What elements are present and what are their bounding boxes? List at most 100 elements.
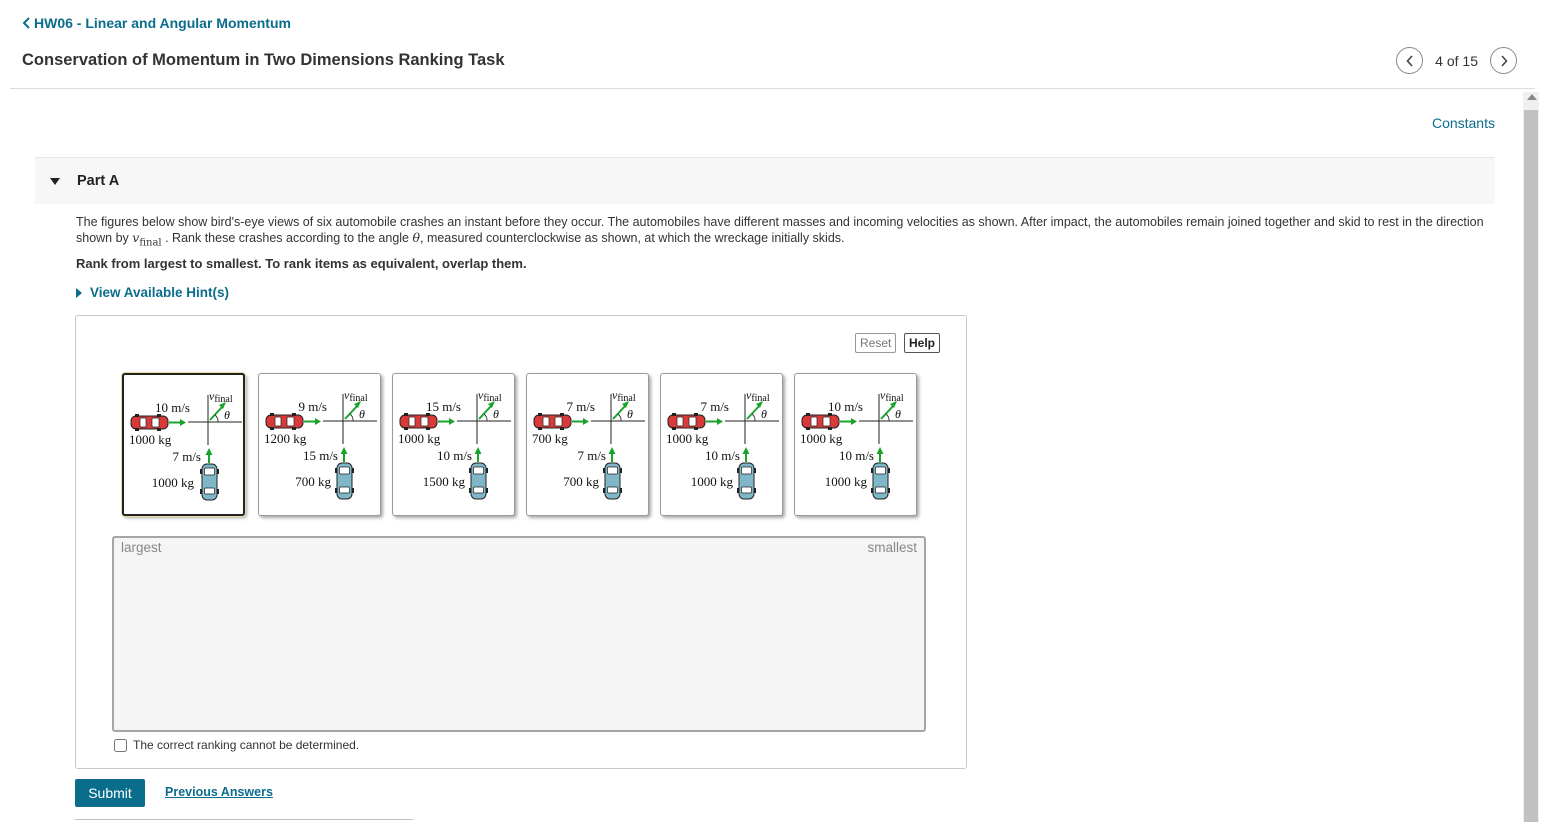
vfinal-label: vfinal bbox=[478, 388, 502, 405]
angle-arc-icon bbox=[751, 413, 756, 422]
blue-car-icon bbox=[603, 462, 622, 500]
red-car-speed: 10 m/s bbox=[827, 399, 863, 414]
blue-car-speed: 7 m/s bbox=[172, 449, 201, 464]
submit-button[interactable]: Submit bbox=[75, 779, 145, 807]
chevron-left-icon bbox=[22, 17, 30, 29]
crash-card-3[interactable]: vfinal θ 15 m/s 1000 kg 10 m/s 1500 kg bbox=[392, 373, 515, 516]
red-car-speed: 10 m/s bbox=[154, 400, 190, 415]
red-car-velocity-arrow-icon bbox=[169, 419, 186, 426]
help-button[interactable]: Help bbox=[904, 333, 941, 353]
red-car-icon bbox=[130, 414, 169, 431]
blue-car-velocity-arrow-icon bbox=[340, 447, 348, 462]
question-text-after: , measured counterclockwise as shown, at… bbox=[420, 231, 845, 245]
red-car-mass: 1000 kg bbox=[666, 431, 709, 446]
question-text-mid: . Rank these crashes according to the an… bbox=[161, 231, 413, 245]
blue-car-mass: 1500 kg bbox=[422, 474, 465, 489]
crash-card-5[interactable]: vfinal θ 7 m/s 1000 kg 10 m/s 1000 kg bbox=[660, 373, 783, 516]
red-car-mass: 1000 kg bbox=[398, 431, 441, 446]
blue-car-mass: 1000 kg bbox=[824, 474, 867, 489]
blue-car-speed: 7 m/s bbox=[577, 448, 606, 463]
vfinal-label: vfinal bbox=[880, 388, 904, 405]
angle-arc-icon bbox=[617, 413, 622, 422]
crash-card-1[interactable]: vfinal θ 10 m/s 1000 kg 7 m/s 1000 kg bbox=[122, 373, 245, 516]
blue-car-icon bbox=[200, 463, 219, 501]
blue-car-velocity-arrow-icon bbox=[474, 447, 482, 462]
blue-car-mass: 1000 kg bbox=[690, 474, 733, 489]
cannot-determine-option[interactable]: The correct ranking cannot be determined… bbox=[114, 738, 359, 752]
red-car-speed: 7 m/s bbox=[566, 399, 595, 414]
vfinal-symbol: vfinal bbox=[132, 230, 162, 249]
theta-label: θ bbox=[493, 407, 499, 421]
blue-car-velocity-arrow-icon bbox=[608, 447, 616, 462]
crash-card-4[interactable]: vfinal θ 7 m/s 700 kg 7 m/s 700 kg bbox=[526, 373, 649, 516]
view-hints-label: View Available Hint(s) bbox=[90, 285, 230, 300]
blue-car-mass: 1000 kg bbox=[151, 475, 194, 490]
theta-label: θ bbox=[761, 407, 767, 421]
theta-label: θ bbox=[359, 407, 365, 421]
pager-count: 4 of 15 bbox=[1435, 52, 1478, 69]
blue-car-icon bbox=[335, 462, 354, 500]
red-car-velocity-arrow-icon bbox=[304, 418, 321, 425]
scrollbar-thumb[interactable] bbox=[1524, 110, 1538, 822]
previous-item-button[interactable] bbox=[1396, 47, 1424, 74]
caret-down-icon bbox=[50, 178, 60, 185]
blue-car-velocity-arrow-icon bbox=[742, 447, 750, 462]
red-car-mass: 1200 kg bbox=[264, 431, 307, 446]
angle-arc-icon bbox=[214, 414, 219, 423]
cannot-determine-label: The correct ranking cannot be determined… bbox=[133, 738, 360, 752]
red-car-mass: 1000 kg bbox=[129, 432, 172, 447]
vertical-scrollbar[interactable] bbox=[1523, 92, 1539, 822]
question-text: The figures below show bird's-eye views … bbox=[76, 214, 1496, 252]
vfinal-label: vfinal bbox=[612, 388, 636, 405]
red-car-icon bbox=[801, 413, 840, 430]
ranking-drop-area[interactable]: largest smallest bbox=[112, 536, 926, 732]
reset-button[interactable]: Reset bbox=[855, 333, 897, 353]
blue-car-speed: 10 m/s bbox=[838, 448, 874, 463]
red-car-icon bbox=[533, 413, 572, 430]
previous-answers-link[interactable]: Previous Answers bbox=[165, 785, 273, 799]
theta-label: θ bbox=[895, 407, 901, 421]
blue-car-velocity-arrow-icon bbox=[876, 447, 884, 462]
cannot-determine-checkbox[interactable] bbox=[114, 738, 127, 752]
next-item-button[interactable] bbox=[1490, 47, 1517, 74]
header-divider bbox=[10, 88, 1535, 89]
constants-link[interactable]: Constants bbox=[1432, 115, 1495, 131]
crash-card-6[interactable]: vfinal θ 10 m/s 1000 kg 10 m/s 1000 kg bbox=[794, 373, 917, 516]
vfinal-label: vfinal bbox=[209, 389, 233, 406]
caret-right-icon bbox=[76, 287, 82, 298]
rank-instruction: Rank from largest to smallest. To rank i… bbox=[76, 256, 527, 271]
blue-car-mass: 700 kg bbox=[295, 474, 331, 489]
crash-card-2[interactable]: vfinal θ 9 m/s 1200 kg 15 m/s 700 kg bbox=[258, 373, 381, 516]
theta-label: θ bbox=[627, 407, 633, 421]
back-to-assignment-link[interactable]: HW06 - Linear and Angular Momentum bbox=[22, 15, 291, 31]
red-car-speed: 9 m/s bbox=[298, 399, 327, 414]
red-car-velocity-arrow-icon bbox=[706, 418, 723, 425]
scroll-up-arrow-icon[interactable] bbox=[1527, 94, 1537, 100]
chevron-right-icon bbox=[1500, 54, 1508, 67]
blue-car-speed: 15 m/s bbox=[302, 448, 338, 463]
blue-car-speed: 10 m/s bbox=[704, 448, 740, 463]
angle-arc-icon bbox=[885, 413, 890, 422]
red-car-speed: 7 m/s bbox=[700, 399, 729, 414]
blue-car-icon bbox=[469, 462, 488, 500]
theta-symbol: θ bbox=[412, 230, 420, 245]
blue-car-icon bbox=[871, 462, 890, 500]
pager: 4 of 15 bbox=[1396, 47, 1517, 74]
angle-arc-icon bbox=[483, 413, 488, 422]
red-car-speed: 15 m/s bbox=[425, 399, 461, 414]
view-hints-link[interactable]: View Available Hint(s) bbox=[76, 285, 229, 300]
red-car-velocity-arrow-icon bbox=[438, 418, 455, 425]
chevron-left-icon bbox=[1406, 54, 1413, 67]
red-car-velocity-arrow-icon bbox=[572, 418, 589, 425]
blue-car-icon bbox=[737, 462, 756, 500]
vfinal-label: vfinal bbox=[746, 388, 770, 405]
smallest-label: smallest bbox=[867, 540, 917, 555]
bottom-divider bbox=[75, 819, 413, 820]
angle-arc-icon bbox=[349, 413, 354, 422]
red-car-mass: 700 kg bbox=[532, 431, 568, 446]
red-car-icon bbox=[265, 413, 304, 430]
largest-label: largest bbox=[121, 540, 162, 555]
part-a-header[interactable]: Part A bbox=[35, 157, 1495, 204]
red-car-velocity-arrow-icon bbox=[840, 418, 857, 425]
vfinal-label: vfinal bbox=[344, 388, 368, 405]
